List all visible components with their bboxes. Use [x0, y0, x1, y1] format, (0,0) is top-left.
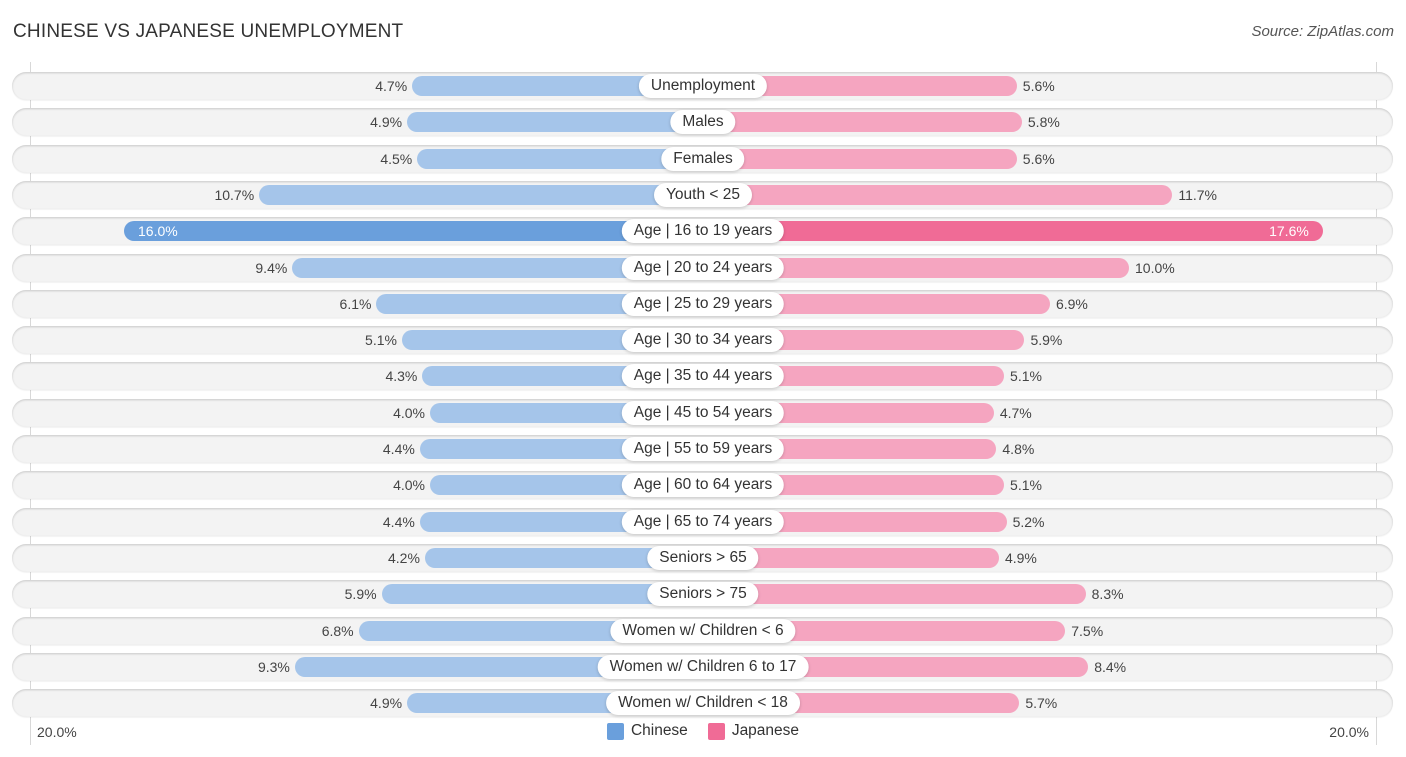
value-label-japanese: 17.6%: [1269, 223, 1309, 240]
value-label-japanese: 5.6%: [1022, 150, 1055, 167]
value-label-japanese: 5.7%: [1025, 695, 1058, 712]
legend-item-japanese[interactable]: Japanese: [707, 722, 800, 740]
value-label-chinese: 6.1%: [339, 295, 372, 312]
legend-swatch-japanese: [707, 722, 725, 740]
value-label-chinese: 5.1%: [365, 332, 397, 349]
bar-japanese[interactable]: [703, 184, 1173, 205]
category-label: Women w/ Children 6 to 17: [597, 654, 809, 679]
bar-japanese[interactable]: [703, 148, 1017, 169]
category-label: Age | 20 to 24 years: [621, 255, 785, 280]
value-label-japanese: 7.5%: [1071, 622, 1104, 639]
category-label: Age | 45 to 54 years: [621, 400, 785, 425]
category-label: Women w/ Children < 18: [606, 691, 800, 716]
value-label-japanese: 8.3%: [1091, 586, 1124, 603]
value-label-chinese: 4.2%: [387, 549, 420, 566]
value-label-chinese: 4.0%: [393, 477, 425, 494]
value-label-japanese: 4.7%: [999, 404, 1032, 421]
category-label: Males: [670, 110, 736, 135]
value-label-japanese: 8.4%: [1094, 658, 1127, 675]
bar-chinese[interactable]: [407, 112, 703, 133]
value-label-chinese: 9.3%: [257, 658, 290, 675]
category-label: Youth < 25: [654, 182, 752, 207]
bar-chinese[interactable]: [124, 221, 703, 242]
value-label-chinese: 4.5%: [380, 150, 413, 167]
value-label-japanese: 10.0%: [1135, 259, 1175, 276]
category-label: Age | 16 to 19 years: [621, 219, 785, 244]
value-label-japanese: 5.6%: [1022, 78, 1055, 94]
source-label: Source: ZipAtlas.com: [1251, 23, 1394, 40]
bar-japanese[interactable]: [703, 112, 1022, 133]
value-label-chinese: 4.3%: [385, 368, 418, 385]
value-label-chinese: 5.9%: [344, 586, 377, 603]
bar-japanese[interactable]: [703, 221, 1323, 242]
value-label-chinese: 16.0%: [138, 223, 178, 240]
category-label: Age | 55 to 59 years: [621, 437, 785, 461]
category-label: Age | 65 to 74 years: [621, 509, 785, 534]
value-label-chinese: 4.4%: [382, 441, 415, 457]
value-label-japanese: 5.9%: [1030, 332, 1063, 349]
value-label-japanese: 5.1%: [1010, 368, 1042, 385]
category-label: Age | 60 to 64 years: [621, 473, 785, 498]
value-label-japanese: 4.8%: [1002, 441, 1035, 457]
chart-title: CHINESE VS JAPANESE UNEMPLOYMENT: [13, 21, 404, 42]
category-label: Females: [661, 146, 745, 171]
bar-japanese[interactable]: [703, 584, 1086, 605]
category-label: Age | 35 to 44 years: [621, 364, 785, 389]
value-label-japanese: 5.2%: [1012, 513, 1045, 530]
category-label: Seniors > 65: [647, 545, 759, 570]
bar-chinese[interactable]: [259, 184, 703, 205]
category-label: Unemployment: [638, 74, 768, 98]
value-label-chinese: 4.9%: [370, 114, 403, 131]
legend-label-chinese: Chinese: [630, 722, 688, 739]
category-label: Age | 30 to 34 years: [621, 328, 785, 353]
value-label-chinese: 4.9%: [370, 695, 403, 712]
category-label: Women w/ Children < 6: [610, 618, 796, 643]
value-label-japanese: 5.1%: [1010, 477, 1042, 494]
legend-item-chinese[interactable]: Chinese: [606, 722, 688, 740]
bar-chinese[interactable]: [417, 148, 703, 169]
category-label: Seniors > 75: [647, 582, 759, 607]
value-label-chinese: 6.8%: [321, 622, 354, 639]
category-label: Age | 25 to 29 years: [621, 291, 785, 316]
value-label-japanese: 11.7%: [1178, 186, 1218, 203]
legend-swatch-chinese: [606, 722, 624, 740]
value-label-chinese: 10.7%: [214, 186, 255, 203]
value-label-chinese: 4.0%: [393, 404, 425, 421]
value-label-japanese: 4.9%: [1004, 549, 1037, 566]
value-label-chinese: 9.4%: [255, 259, 288, 276]
value-label-chinese: 4.4%: [382, 513, 415, 530]
value-label-chinese: 4.7%: [375, 78, 408, 94]
value-label-japanese: 5.8%: [1027, 114, 1060, 131]
value-label-japanese: 6.9%: [1055, 295, 1088, 312]
legend-label-japanese: Japanese: [731, 722, 800, 739]
legend: Chinese Japanese: [0, 722, 1406, 740]
